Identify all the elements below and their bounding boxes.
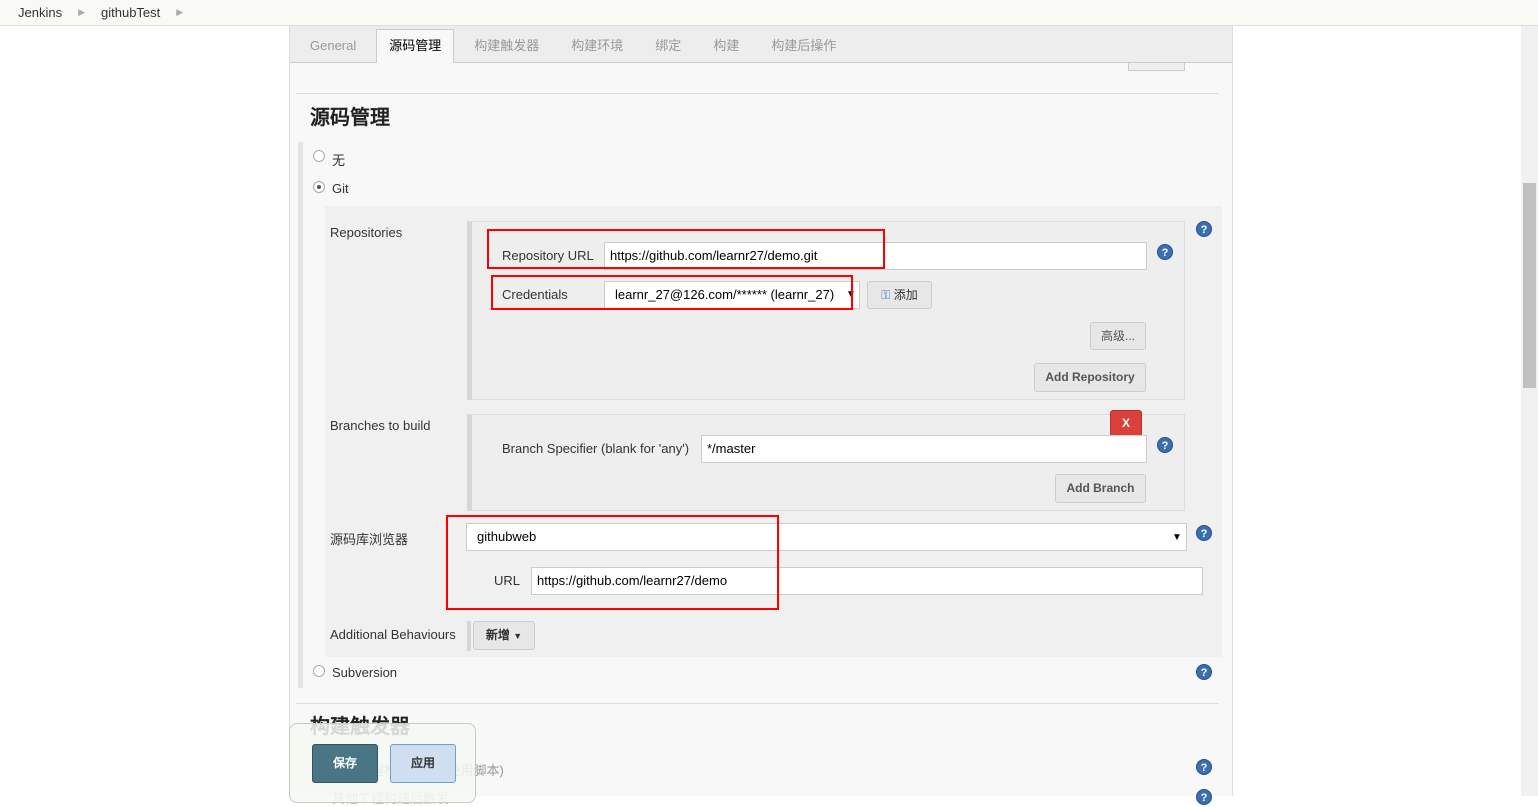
help-icon[interactable]: ? [1157, 437, 1173, 453]
radio-subversion[interactable] [313, 665, 325, 677]
tab-bar: General 源码管理 构建触发器 构建环境 绑定 构建 构建后操作 [290, 26, 1232, 63]
tab-bindings[interactable]: 绑定 [643, 30, 693, 62]
tab-build[interactable]: 构建 [701, 30, 751, 62]
behaviours-label: Additional Behaviours [330, 627, 456, 642]
breadcrumb-project[interactable]: githubTest [101, 5, 160, 20]
repositories-label: Repositories [330, 225, 403, 240]
advanced-button[interactable]: 高级... [1090, 322, 1146, 350]
add-behaviour-label: 新增 [485, 628, 510, 642]
breadcrumb: Jenkins ▶ githubTest ▶ [0, 0, 1538, 26]
hidden-button [1128, 63, 1185, 71]
help-icon[interactable]: ? [1157, 244, 1173, 260]
radio-none[interactable] [313, 150, 325, 162]
help-icon[interactable]: ? [1196, 759, 1212, 775]
help-icon[interactable]: ? [1196, 525, 1212, 541]
branch-specifier-input[interactable]: */master [701, 435, 1147, 463]
save-button[interactable]: 保存 [312, 744, 378, 783]
scrollbar-thumb[interactable] [1523, 183, 1536, 388]
scrollbar[interactable] [1521, 26, 1538, 796]
breadcrumb-jenkins[interactable]: Jenkins [18, 5, 62, 20]
section-bar [298, 142, 303, 688]
highlight-box [446, 515, 779, 610]
radio-git[interactable] [313, 181, 325, 193]
radio-subversion-label: Subversion [332, 665, 398, 680]
divider [296, 703, 1218, 704]
dropdown-arrow-icon: ▼ [1172, 532, 1182, 543]
tab-post-build[interactable]: 构建后操作 [759, 30, 848, 62]
divider [296, 93, 1218, 94]
tab-general[interactable]: General [298, 30, 368, 62]
tab-triggers[interactable]: 构建触发器 [462, 30, 551, 62]
config-panel: General 源码管理 构建触发器 构建环境 绑定 构建 构建后操作 源码管理… [289, 26, 1233, 806]
branches-label: Branches to build [330, 418, 431, 433]
tab-environment[interactable]: 构建环境 [559, 30, 635, 62]
caret-down-icon: ▼ [513, 631, 523, 641]
section-title-scm: 源码管理 [310, 107, 390, 129]
add-credentials-label: 添加 [893, 288, 918, 302]
browser-label: 源码库浏览器 [330, 532, 409, 547]
chevron-right-icon: ▶ [176, 7, 184, 17]
add-branch-button[interactable]: Add Branch [1055, 474, 1146, 503]
add-credentials-button[interactable]: ⚿ 添加 [867, 281, 932, 309]
help-icon[interactable]: ? [1196, 221, 1212, 237]
branch-specifier-label: Branch Specifier (blank for 'any') [502, 441, 690, 456]
key-icon: ⚿ [881, 288, 891, 302]
radio-none-label: 无 [332, 153, 346, 168]
highlight-box [487, 229, 885, 269]
help-icon[interactable]: ? [1196, 789, 1212, 805]
delete-branch-button[interactable]: X [1110, 410, 1142, 437]
behaviours-bar [467, 621, 471, 651]
tab-scm[interactable]: 源码管理 [376, 29, 455, 63]
radio-git-label: Git [332, 181, 349, 196]
chevron-right-icon: ▶ [78, 7, 85, 17]
save-bar: 保存 应用 [289, 723, 476, 803]
apply-button[interactable]: 应用 [390, 744, 456, 783]
help-icon[interactable]: ? [1196, 664, 1212, 680]
add-repository-button[interactable]: Add Repository [1034, 363, 1146, 392]
add-behaviour-button[interactable]: 新增 ▼ [473, 621, 535, 650]
highlight-box [491, 275, 853, 310]
